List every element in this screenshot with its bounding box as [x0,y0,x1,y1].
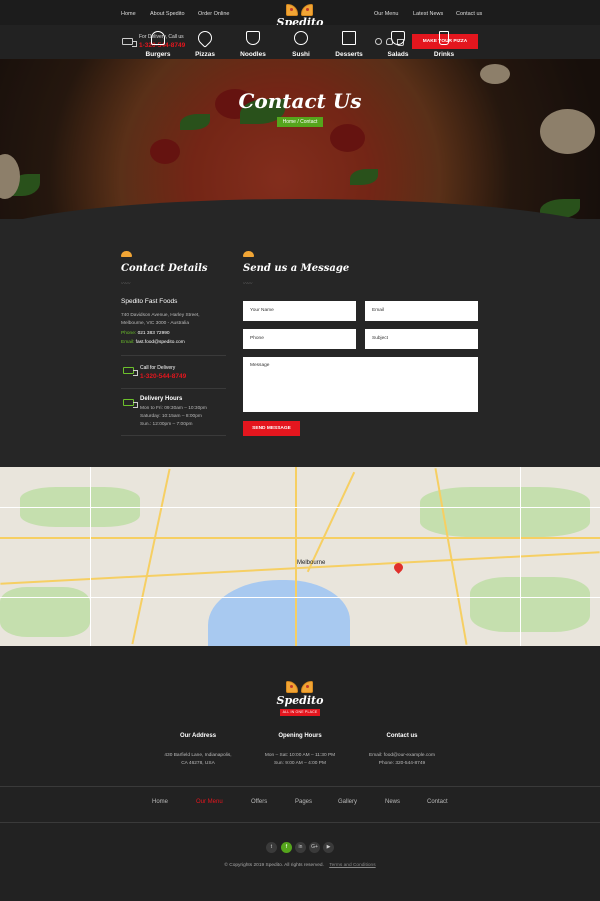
youtube-icon[interactable]: ▶ [323,842,334,853]
footer-contact-phone[interactable]: Phone: 320-544-8749 [332,760,472,768]
divider [121,435,226,436]
divider [121,355,226,356]
footer-logo-tagline: ALL IN ONE PLACE [280,709,320,716]
copyright-text: © Copyrights 2019 Spedito. All rights re… [224,863,324,868]
address-line-1: 740 Davidson Avenue, Harley Street, [121,313,200,318]
title-divider: 〰〰 [121,281,131,287]
hours-saturday: Saturday: 10:15am – 8:00pm [140,414,202,419]
category-drinks[interactable]: Drinks [414,31,474,58]
name-field[interactable]: Your Name [243,301,356,321]
nav-our-menu[interactable]: Our Menu [374,11,398,17]
drink-cup-icon [439,31,449,45]
twitter-icon[interactable]: t [266,842,277,853]
address-line-2: Melbourne, VIC 3000 - Australia [121,321,189,326]
nav-latest-news[interactable]: Latest News [413,11,443,17]
contact-details-title: Contact Details [121,263,208,274]
phone-row: Phone: 021 383 72990 [121,331,170,336]
call-phone[interactable]: 1-320-544-8749 [140,373,186,380]
send-message-button[interactable]: SEND MESSAGE [243,421,300,436]
google-plus-icon[interactable]: G+ [309,842,320,853]
nav-home[interactable]: Home [121,11,136,17]
facebook-icon[interactable]: f [281,842,292,853]
pizza-section-icon [243,251,254,257]
breadcrumb[interactable]: Home / Contact [277,117,323,127]
footer-nav-pages[interactable]: Pages [295,799,312,805]
footer-divider [0,822,600,823]
footer-logo[interactable]: Spedito ALL IN ONE PLACE [274,681,326,721]
pizza-section-icon [121,251,132,257]
title-divider: 〰〰 [243,281,253,287]
footer-nav-news[interactable]: News [385,799,400,805]
hours-title: Delivery Hours [140,396,183,402]
footer-logo-name: Spedito [276,694,324,707]
phone-field[interactable]: Phone [243,329,356,349]
nav-order-online[interactable]: Order Online [198,11,230,17]
location-map[interactable]: Melbourne [0,467,600,646]
bay-water [208,580,350,646]
sushi-icon [294,31,308,45]
divider [121,388,226,389]
map-city-label: Melbourne [297,560,326,566]
pizza-icon [195,28,215,48]
footer-nav-offers[interactable]: Offers [251,799,267,805]
nav-about[interactable]: About Spedito [150,11,185,17]
message-form-title: Send us a Message [243,263,350,274]
email-row: Email: fast.food@spedito.com [121,340,185,345]
footer-contact-title: Contact us [386,733,418,739]
phone-value[interactable]: 021 383 72990 [138,331,170,336]
page-title: Contact Us [238,89,362,113]
linkedin-icon[interactable]: in [295,842,306,853]
subject-field[interactable]: Subject [365,329,478,349]
call-label: Call for Delivery [140,365,176,371]
hours-sunday: Sun.: 12:00pm – 7:00pm [140,422,193,427]
copyright: © Copyrights 2019 Spedito. All rights re… [0,863,600,868]
footer-nav-gallery[interactable]: Gallery [338,799,357,805]
nav-contact[interactable]: Contact us [456,11,482,17]
hours-weekday: Mon to Fri: 09:30am – 10:30pm [140,406,207,411]
footer-nav-contact[interactable]: Contact [427,799,448,805]
email-field[interactable]: Email [365,301,478,321]
noodles-icon [246,31,260,45]
company-name: Spedito Fast Foods [121,298,178,305]
footer-nav-home[interactable]: Home [152,799,168,805]
cake-icon [342,31,356,45]
footer-nav-our-menu[interactable]: Our Menu [196,799,223,805]
footer-divider [0,786,600,787]
burger-icon [151,31,165,45]
delivery-hours-icon [123,399,138,408]
salad-bowl-icon [391,31,405,45]
terms-link[interactable]: Terms and Conditions [329,863,375,868]
email-value[interactable]: fast.food@spedito.com [136,340,185,345]
message-textarea[interactable]: Message [243,357,478,412]
delivery-truck-icon [123,367,138,376]
footer-contact-email[interactable]: Email: food@our-example.com [332,752,472,760]
pizza-logo-icon [286,681,314,695]
hero-banner [0,59,600,219]
